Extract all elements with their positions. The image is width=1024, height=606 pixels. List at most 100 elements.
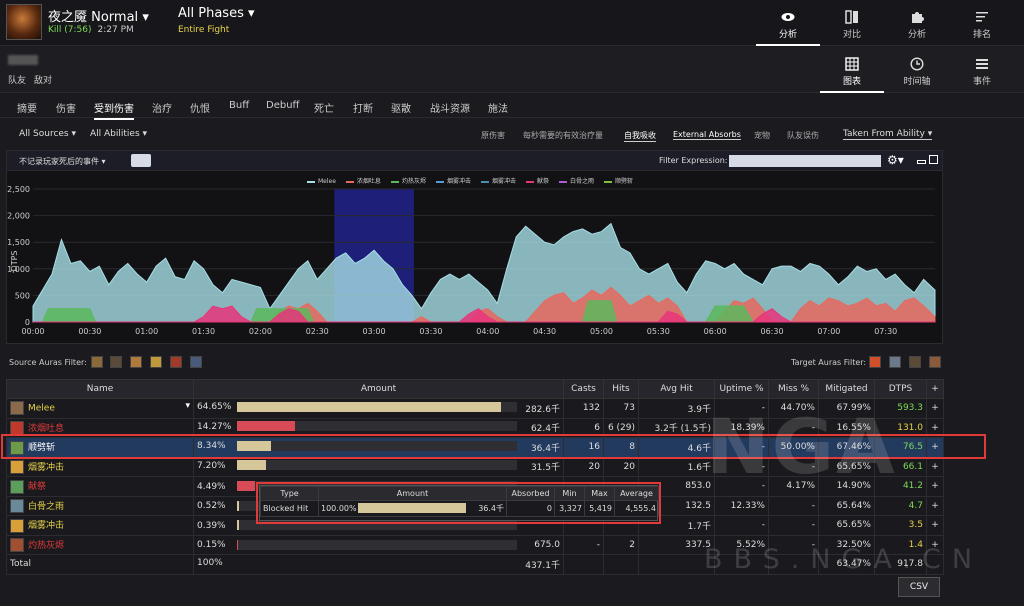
tab-casts[interactable]: 施法: [488, 100, 508, 115]
expand-button[interactable]: +: [926, 495, 944, 516]
eye-icon: [781, 10, 795, 24]
ability-name[interactable]: 灼热灰烬: [6, 534, 194, 555]
expand-button[interactable]: +: [926, 476, 944, 497]
ability-name[interactable]: 献祭: [6, 476, 194, 497]
tab-dispels[interactable]: 驱散: [391, 100, 411, 115]
popup-amount-bar: [357, 503, 466, 513]
option-friendly-fire[interactable]: 队友误伤: [787, 130, 819, 141]
tab-damage-taken[interactable]: 受到伤害: [94, 100, 134, 120]
ability-name[interactable]: 顺劈斩: [6, 437, 194, 458]
tab-threat[interactable]: 仇恨: [190, 100, 210, 115]
nav-rankings[interactable]: 排名: [950, 0, 1014, 46]
filter-expression-input[interactable]: [729, 155, 881, 167]
gear-icon[interactable]: ⚙▾: [887, 153, 904, 167]
sources-dropdown[interactable]: All Sources ▾: [19, 129, 76, 139]
option-pets[interactable]: 宠物: [754, 130, 770, 141]
popup-row: Blocked Hit 100.00% 36.4千 0 3,327 5,419 …: [260, 500, 659, 517]
dtps-chart: 不记录玩家死后的事件 ▾ Filter Expression: ⚙▾ Melee…: [6, 150, 943, 344]
amount-bar-fill: [237, 500, 240, 511]
ability-name[interactable]: 烟雾冲击: [6, 456, 194, 477]
nav-analysis[interactable]: 分析: [756, 0, 820, 46]
target-aura-icon[interactable]: [869, 356, 881, 368]
nav-analyze[interactable]: 分析: [885, 0, 949, 46]
expand-button[interactable]: +: [926, 417, 944, 438]
col-dtps[interactable]: DTPS: [874, 379, 927, 399]
amount-bar: [237, 401, 517, 412]
dtps-area-chart[interactable]: 05001,0001,5002,0002,500DTPS00:00 00:30 01…: [7, 171, 942, 343]
view-events[interactable]: 事件: [950, 47, 1014, 93]
expand-button[interactable]: +: [926, 456, 944, 477]
option-raw-damage[interactable]: 原伤害: [481, 130, 505, 141]
amount-cell: 64.65% 282.6千: [193, 398, 564, 419]
caret-down-icon[interactable]: ▾: [185, 401, 190, 411]
target-aura-icon[interactable]: [929, 356, 941, 368]
taken-from-dropdown[interactable]: Taken From Ability ▾: [843, 129, 933, 140]
boss-portrait[interactable]: [6, 4, 42, 40]
death-events-dropdown[interactable]: 不记录玩家死后的事件 ▾: [19, 156, 106, 167]
source-aura-icon[interactable]: [190, 356, 202, 368]
ability-name[interactable]: 浓烟吐息: [6, 417, 194, 438]
option-external-absorbs[interactable]: External Absorbs: [673, 130, 741, 140]
ability-icon: [10, 440, 24, 455]
dtps-cell: 3.5: [874, 515, 927, 536]
col-uptime[interactable]: Uptime %: [714, 379, 769, 399]
amount-bar-fill: [237, 539, 238, 550]
col-casts[interactable]: Casts: [563, 379, 604, 399]
minimize-icon[interactable]: [917, 160, 926, 164]
view-charts[interactable]: 图表: [820, 47, 884, 93]
ability-icon: [10, 499, 24, 513]
col-amount[interactable]: Amount: [193, 379, 564, 399]
x-tick-label: 04:30: [533, 327, 556, 336]
abilities-dropdown[interactable]: All Abilities ▾: [90, 129, 147, 139]
col-avg-hit[interactable]: Avg Hit: [638, 379, 715, 399]
tab-debuffs[interactable]: Debuff: [266, 100, 299, 111]
col-mitigated[interactable]: Mitigated: [818, 379, 875, 399]
puzzle-icon: [910, 10, 924, 24]
maximize-icon[interactable]: [929, 155, 938, 164]
ability-name[interactable]: 白骨之雨: [6, 495, 194, 516]
amount-bar-fill: [237, 401, 501, 412]
tab-resources[interactable]: 战斗资源: [430, 100, 470, 115]
col-hits[interactable]: Hits: [603, 379, 639, 399]
phase-selector[interactable]: All Phases ▾: [178, 6, 255, 21]
enemy-toggle[interactable]: 敌对: [34, 76, 52, 86]
tab-interrupts[interactable]: 打断: [353, 100, 373, 115]
expand-button[interactable]: +: [926, 515, 944, 536]
col-name[interactable]: Name: [6, 379, 194, 399]
expand-button[interactable]: +: [926, 398, 944, 419]
friendly-toggle[interactable]: 队友: [8, 76, 26, 86]
col-miss[interactable]: Miss %: [768, 379, 819, 399]
ability-name[interactable]: 烟雾冲击: [6, 515, 194, 536]
amount-bar: [237, 460, 517, 471]
source-aura-icon[interactable]: [110, 356, 122, 368]
col-add[interactable]: +: [926, 379, 944, 399]
popup-min: 3,327: [554, 500, 585, 517]
nav-compare[interactable]: 对比: [820, 0, 884, 46]
tab-deaths[interactable]: 死亡: [314, 100, 334, 115]
series-area[interactable]: [32, 222, 936, 323]
view-timeline[interactable]: 时间轴: [885, 47, 949, 93]
casts-cell: 132: [563, 398, 604, 419]
boss-name[interactable]: 夜之魇 Normal ▾: [48, 6, 149, 25]
source-aura-icon[interactable]: [170, 356, 182, 368]
ability-name[interactable]: Melee ▾: [6, 398, 194, 419]
tab-healing[interactable]: 治疗: [152, 100, 172, 115]
option-self-absorb[interactable]: 自我吸收: [624, 130, 656, 142]
expand-button[interactable]: +: [926, 437, 944, 458]
tab-buffs[interactable]: Buff: [229, 100, 249, 111]
fight-result: Kill (7:56) 2:27 PM: [48, 25, 134, 35]
tab-damage-done[interactable]: 伤害: [56, 100, 76, 115]
death-events-toggle[interactable]: [131, 154, 151, 167]
target-aura-icon[interactable]: [889, 356, 901, 368]
amount-bar-fill: [237, 440, 272, 451]
popup-col-type: Type: [260, 486, 319, 501]
source-aura-icon[interactable]: [91, 356, 103, 368]
hits-cell: 2: [603, 534, 639, 555]
target-aura-icon[interactable]: [909, 356, 921, 368]
source-aura-icon[interactable]: [130, 356, 142, 368]
source-aura-icon[interactable]: [150, 356, 162, 368]
option-effective-healing[interactable]: 每秒需要的有效治疗量: [523, 130, 603, 141]
ability-icon: [10, 421, 24, 435]
csv-button[interactable]: CSV: [898, 577, 940, 597]
tab-summary[interactable]: 摘要: [17, 100, 37, 115]
